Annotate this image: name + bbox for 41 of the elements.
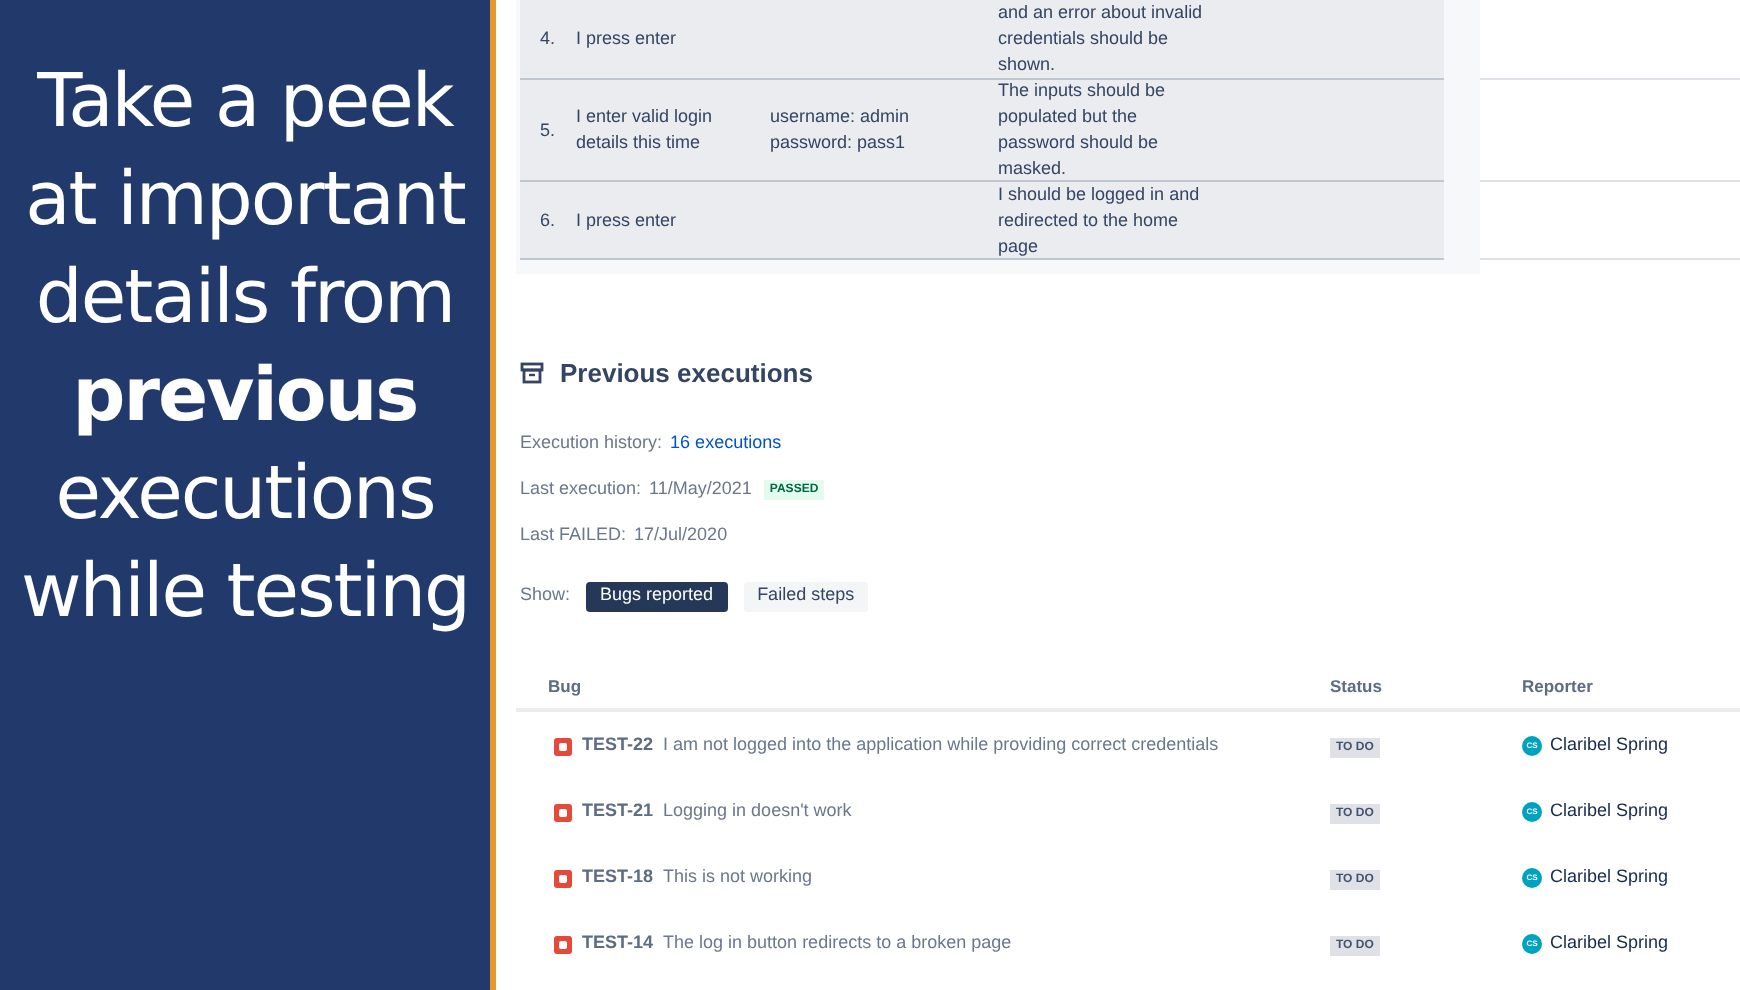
bug-type-icon — [554, 737, 572, 755]
step-action: I press enter — [576, 207, 679, 233]
column-header: Bug — [546, 674, 584, 700]
reporter-name: Claribel Spring — [1550, 732, 1669, 759]
bug-type-icon — [554, 803, 572, 821]
step-data: username: admin password: pass1 — [770, 104, 912, 156]
expected-result: The inputs should be populated but the password should be masked. — [998, 78, 1168, 182]
column-header: Status — [1330, 674, 1384, 700]
issue-summary: The log in button redirects to a broken page — [663, 930, 1012, 957]
field-label: Last execution: — [520, 476, 642, 503]
history-link[interactable]: 16 executions — [670, 430, 782, 458]
bug-type-icon — [554, 869, 572, 887]
section-title: Previous executions — [560, 356, 813, 392]
bug-type-icon — [554, 935, 572, 953]
step-number: 4. — [538, 26, 558, 52]
expected-result: I should be logged in and redirected to the home page — [998, 181, 1202, 259]
issue-key[interactable]: TEST-22 — [582, 732, 654, 760]
field-label: Last FAILED: — [520, 522, 627, 549]
show-label: Show: — [520, 582, 571, 609]
filter-button[interactable]: Failed steps — [743, 581, 869, 611]
banner-text: Take a peek at important details from previous executions while testing — [18, 56, 472, 638]
issue-key[interactable]: TEST-18 — [582, 864, 654, 892]
reporter-name: Claribel Spring — [1550, 864, 1669, 891]
step-number: 6. — [538, 207, 558, 233]
expected-result: and an error about invalid credentials should be shown. — [998, 0, 1205, 78]
reporter-name: Claribel Spring — [1550, 930, 1669, 957]
execution-date: 11/May/2021 — [649, 476, 752, 503]
archive-icon — [520, 362, 544, 385]
issue-key[interactable]: TEST-21 — [582, 798, 654, 826]
filter-button[interactable]: Bugs reported — [586, 581, 728, 611]
reporter-name: Claribel Spring — [1550, 798, 1669, 825]
issue-summary: Logging in doesn't work — [663, 798, 852, 825]
issue-key[interactable]: TEST-14 — [582, 930, 654, 958]
issue-summary: This is not working — [663, 864, 813, 891]
issue-summary: I am not logged into the application while providing correct credentials — [663, 732, 1219, 759]
step-action: I enter valid login details this time — [576, 104, 715, 156]
column-header: Reporter — [1522, 674, 1593, 700]
step-number: 5. — [538, 117, 558, 143]
field-label: Execution history: — [520, 430, 663, 457]
step-action: I press enter — [576, 26, 679, 52]
failed-date: 17/Jul/2020 — [634, 522, 728, 549]
